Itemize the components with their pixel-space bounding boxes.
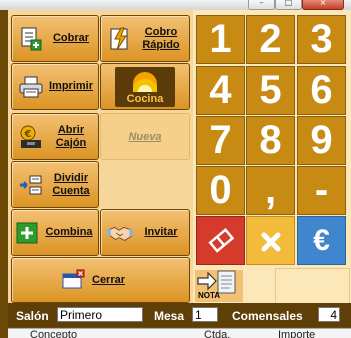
- comensales-field[interactable]: 4: [318, 307, 340, 322]
- printer-icon: [18, 74, 44, 100]
- cash-drawer-icon: €: [18, 124, 44, 150]
- x-icon: [260, 218, 282, 263]
- nota-label: NOTA: [198, 291, 221, 300]
- key-5[interactable]: 5: [246, 66, 295, 115]
- imprimir-label: Imprimir: [48, 80, 93, 92]
- key-comma[interactable]: ,: [246, 166, 295, 215]
- cobro-rapido-button[interactable]: Cobro Rápido: [100, 15, 190, 62]
- close-window-button[interactable]: ×: [302, 0, 344, 10]
- cobro-rapido-line2: Rápido: [142, 38, 180, 51]
- mesa-field[interactable]: 1: [192, 307, 218, 322]
- dividir-cuenta-label: Dividir Cuenta: [44, 172, 98, 198]
- combina-label: Combina: [45, 226, 93, 238]
- invitar-button[interactable]: Invitar: [100, 209, 190, 256]
- close-window-icon: [60, 267, 86, 293]
- cocina-logo: Cocina: [115, 66, 175, 107]
- comensales-label: Comensales: [232, 309, 303, 323]
- cobro-rapido-label: Cobro Rápido: [133, 26, 189, 52]
- plus-icon: [14, 220, 40, 246]
- key-6[interactable]: 6: [297, 66, 346, 115]
- handshake-icon: [107, 220, 133, 246]
- abrir-cajon-button[interactable]: € Abrir Cajón: [11, 113, 99, 160]
- cocina-label: Cocina: [126, 92, 164, 105]
- combina-button[interactable]: Combina: [11, 209, 99, 256]
- cobro-rapido-line1: Cobro: [144, 25, 178, 38]
- key-9[interactable]: 9: [297, 116, 346, 165]
- dividir-cuenta-line2: Cuenta: [52, 184, 90, 197]
- key-4[interactable]: 4: [196, 66, 245, 115]
- key-0[interactable]: 0: [196, 166, 245, 215]
- key-1[interactable]: 1: [196, 15, 245, 64]
- key-2[interactable]: 2: [246, 15, 295, 64]
- nota-button[interactable]: NOTA: [195, 270, 243, 302]
- salon-field[interactable]: Primero: [57, 307, 143, 322]
- abrir-cajon-line1: Abrir: [57, 123, 85, 136]
- minimize-button[interactable]: –: [248, 0, 275, 10]
- cobrar-label: Cobrar: [52, 32, 90, 44]
- abrir-cajon-label: Abrir Cajón: [44, 124, 98, 150]
- imprimir-button[interactable]: Imprimir: [11, 63, 99, 110]
- cancel-button[interactable]: [246, 216, 295, 265]
- svg-text:€: €: [24, 129, 32, 140]
- mesa-label: Mesa: [154, 309, 185, 323]
- cocina-button[interactable]: Cocina: [100, 63, 190, 110]
- abrir-cajon-line2: Cajón: [55, 136, 87, 149]
- nueva-label: Nueva: [128, 130, 162, 143]
- key-3[interactable]: 3: [297, 15, 346, 64]
- key-7[interactable]: 7: [196, 116, 245, 165]
- cerrar-button[interactable]: Cerrar: [11, 257, 190, 303]
- cobrar-button[interactable]: Cobrar: [11, 15, 99, 62]
- quick-pay-icon: [107, 26, 133, 52]
- invitar-label: Invitar: [144, 226, 178, 238]
- salon-label: Salón: [16, 309, 49, 323]
- eraser-icon: [206, 218, 236, 263]
- key-8[interactable]: 8: [246, 116, 295, 165]
- table-info-bar: Salón Primero Mesa 1 Comensales 4: [8, 303, 351, 327]
- nueva-button[interactable]: Nueva: [100, 113, 190, 160]
- receipt-pay-icon: [18, 26, 44, 52]
- maximize-button[interactable]: □: [275, 0, 302, 10]
- dividir-cuenta-line1: Dividir: [53, 171, 89, 184]
- split-bill-icon: [18, 172, 44, 198]
- cerrar-label: Cerrar: [92, 273, 126, 286]
- key-minus[interactable]: -: [297, 166, 346, 215]
- clear-button[interactable]: [196, 216, 245, 265]
- dividir-cuenta-button[interactable]: Dividir Cuenta: [11, 161, 99, 208]
- display-box: [275, 268, 350, 304]
- dish-icon: [133, 71, 157, 92]
- euro-button[interactable]: €: [297, 216, 346, 265]
